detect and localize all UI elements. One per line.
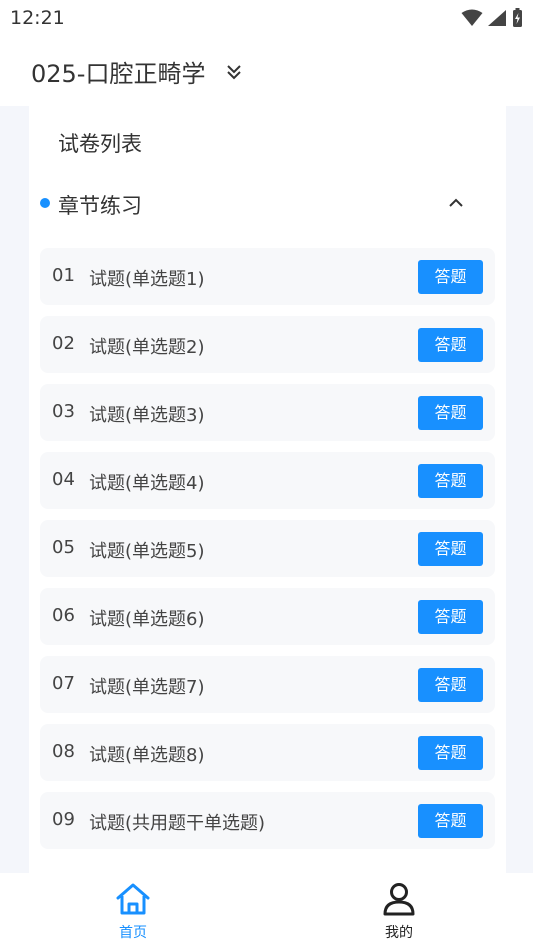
home-icon bbox=[116, 883, 150, 915]
status-time: 12:21 bbox=[10, 7, 65, 29]
nav-label-home: 首页 bbox=[119, 925, 147, 941]
item-number: 05 bbox=[52, 537, 75, 558]
item-name: 试题(单选题3) bbox=[89, 405, 205, 426]
answer-button[interactable]: 答题 bbox=[418, 328, 483, 362]
answer-button[interactable]: 答题 bbox=[418, 260, 483, 294]
item-number: 07 bbox=[52, 673, 75, 694]
item-name: 试题(单选题4) bbox=[89, 473, 205, 494]
nav-item-mine[interactable]: 我的 bbox=[339, 873, 459, 947]
signal-icon bbox=[488, 10, 506, 26]
item-name: 试题(单选题8) bbox=[89, 745, 205, 766]
section-label: 章节练习 bbox=[58, 194, 142, 218]
list-item[interactable]: 04 试题(单选题4) 答题 bbox=[40, 452, 495, 509]
list-item[interactable]: 07 试题(单选题7) 答题 bbox=[40, 656, 495, 713]
list-item[interactable]: 01 试题(单选题1) 答题 bbox=[40, 248, 495, 305]
wifi-icon bbox=[461, 9, 483, 26]
double-chevron-down-icon[interactable] bbox=[226, 64, 242, 80]
item-name: 试题(共用题干单选题) bbox=[89, 813, 266, 834]
nav-item-home[interactable]: 首页 bbox=[73, 873, 193, 947]
item-number: 04 bbox=[52, 469, 75, 490]
header: 025-口腔正畸学 bbox=[0, 36, 533, 106]
item-name: 试题(单选题7) bbox=[89, 677, 205, 698]
answer-button[interactable]: 答题 bbox=[418, 668, 483, 702]
item-number: 06 bbox=[52, 605, 75, 626]
user-icon bbox=[383, 883, 415, 916]
list-item[interactable]: 06 试题(单选题6) 答题 bbox=[40, 588, 495, 645]
answer-button[interactable]: 答题 bbox=[418, 600, 483, 634]
chevron-up-icon[interactable] bbox=[447, 194, 465, 212]
panel-title: 试卷列表 bbox=[58, 132, 142, 156]
list-item[interactable]: 09 试题(共用题干单选题) 答题 bbox=[40, 792, 495, 849]
exam-list-panel: 试卷列表 章节练习 01 试题(单选题1) 答题 02 试题(单选题2) 答题 … bbox=[29, 106, 506, 873]
answer-button[interactable]: 答题 bbox=[418, 396, 483, 430]
item-number: 08 bbox=[52, 741, 75, 762]
item-number: 03 bbox=[52, 401, 75, 422]
answer-button[interactable]: 答题 bbox=[418, 804, 483, 838]
list-item[interactable]: 03 试题(单选题3) 答题 bbox=[40, 384, 495, 441]
list-item[interactable]: 02 试题(单选题2) 答题 bbox=[40, 316, 495, 373]
battery-icon bbox=[513, 8, 522, 27]
list-item[interactable]: 08 试题(单选题8) 答题 bbox=[40, 724, 495, 781]
item-name: 试题(单选题6) bbox=[89, 609, 205, 630]
answer-button[interactable]: 答题 bbox=[418, 532, 483, 566]
bottom-nav: 首页 我的 bbox=[0, 873, 533, 947]
item-number: 01 bbox=[52, 265, 75, 286]
item-name: 试题(单选题1) bbox=[89, 269, 205, 290]
status-bar: 12:21 bbox=[0, 0, 533, 36]
answer-button[interactable]: 答题 bbox=[418, 736, 483, 770]
item-number: 02 bbox=[52, 333, 75, 354]
course-title[interactable]: 025-口腔正畸学 bbox=[31, 54, 205, 89]
answer-button[interactable]: 答题 bbox=[418, 464, 483, 498]
section-header[interactable]: 章节练习 bbox=[29, 186, 506, 222]
status-icons bbox=[461, 8, 523, 28]
item-name: 试题(单选题2) bbox=[89, 337, 205, 358]
section-dot bbox=[40, 198, 50, 208]
item-number: 09 bbox=[52, 809, 75, 830]
item-name: 试题(单选题5) bbox=[89, 541, 205, 562]
nav-label-mine: 我的 bbox=[385, 925, 413, 941]
list-item[interactable]: 05 试题(单选题5) 答题 bbox=[40, 520, 495, 577]
